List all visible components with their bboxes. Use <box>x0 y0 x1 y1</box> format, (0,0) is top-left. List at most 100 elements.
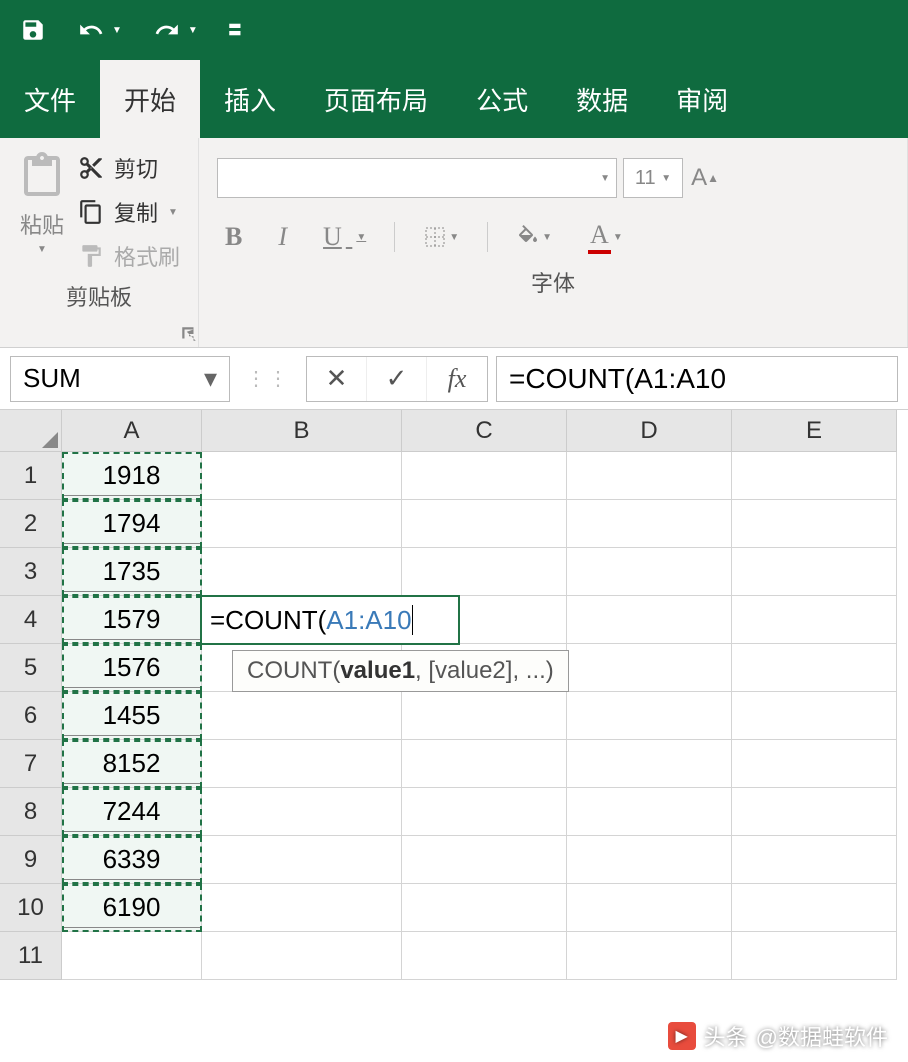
tab-formulas[interactable]: 公式 <box>452 60 552 138</box>
column-header-b[interactable]: B <box>202 410 402 452</box>
cell[interactable]: 8152 <box>62 740 202 788</box>
cell[interactable] <box>202 788 402 836</box>
border-button[interactable]: ▼ <box>415 221 467 253</box>
cell[interactable] <box>732 932 897 980</box>
cell[interactable] <box>402 452 567 500</box>
cell[interactable] <box>567 836 732 884</box>
cancel-formula-button[interactable]: ✕ <box>307 357 367 401</box>
cell[interactable] <box>732 548 897 596</box>
fill-color-button[interactable]: ▼ <box>508 221 560 253</box>
cell[interactable]: 1794 <box>62 500 202 548</box>
cell[interactable]: 1576 <box>62 644 202 692</box>
redo-dropdown-icon[interactable]: ▼ <box>188 25 198 36</box>
cell[interactable] <box>732 740 897 788</box>
cell[interactable]: 1455 <box>62 692 202 740</box>
cell[interactable] <box>402 740 567 788</box>
increase-font-button[interactable]: A▲ <box>689 158 721 198</box>
cell[interactable] <box>202 884 402 932</box>
select-all-corner[interactable] <box>0 410 62 452</box>
cell[interactable]: 7244 <box>62 788 202 836</box>
cell[interactable]: 6339 <box>62 836 202 884</box>
row-header[interactable]: 10 <box>0 884 62 932</box>
cell[interactable] <box>732 836 897 884</box>
cell[interactable] <box>732 884 897 932</box>
tab-data[interactable]: 数据 <box>552 60 652 138</box>
cell[interactable] <box>402 836 567 884</box>
cell[interactable] <box>202 932 402 980</box>
copy-button[interactable]: 复制 ▼ <box>78 196 180 228</box>
font-name-selector[interactable]: ▼ <box>217 158 617 198</box>
cell[interactable] <box>567 500 732 548</box>
cell[interactable] <box>567 740 732 788</box>
column-header-e[interactable]: E <box>732 410 897 452</box>
row-header[interactable]: 3 <box>0 548 62 596</box>
cell[interactable] <box>202 740 402 788</box>
cell[interactable] <box>62 932 202 980</box>
name-box[interactable]: SUM ▾ <box>10 356 230 402</box>
row-header[interactable]: 4 <box>0 596 62 644</box>
row-header[interactable]: 7 <box>0 740 62 788</box>
cell[interactable] <box>732 644 897 692</box>
cell[interactable] <box>732 500 897 548</box>
redo-button[interactable]: ▼ <box>152 17 198 43</box>
cell[interactable]: 1918 <box>62 452 202 500</box>
cell[interactable] <box>202 836 402 884</box>
underline-button[interactable]: U ▼ <box>315 218 374 256</box>
insert-function-button[interactable]: fx <box>427 357 487 401</box>
cut-button[interactable]: 剪切 <box>78 152 180 184</box>
cell[interactable] <box>567 884 732 932</box>
paste-dropdown-icon[interactable]: ▼ <box>37 244 47 255</box>
cell[interactable] <box>567 788 732 836</box>
cell[interactable] <box>732 692 897 740</box>
cell[interactable] <box>732 788 897 836</box>
cell[interactable] <box>202 548 402 596</box>
cell[interactable]: 6190 <box>62 884 202 932</box>
cell[interactable] <box>732 452 897 500</box>
tab-review[interactable]: 审阅 <box>652 60 752 138</box>
cell[interactable] <box>567 692 732 740</box>
column-header-c[interactable]: C <box>402 410 567 452</box>
cell[interactable] <box>402 932 567 980</box>
row-header[interactable]: 5 <box>0 644 62 692</box>
cell[interactable]: 1735 <box>62 548 202 596</box>
italic-button[interactable]: I <box>270 218 295 256</box>
font-color-button[interactable]: A ▼ <box>580 216 631 258</box>
formula-bar-drag-handle[interactable]: ⋮⋮ <box>238 366 298 391</box>
column-header-a[interactable]: A <box>62 410 202 452</box>
cell[interactable] <box>567 932 732 980</box>
paste-button[interactable]: 粘贴 ▼ <box>18 148 66 272</box>
cell[interactable]: 1579 <box>62 596 202 644</box>
format-painter-button[interactable]: 格式刷 <box>78 240 180 272</box>
name-box-dropdown-icon[interactable]: ▾ <box>204 363 217 394</box>
copy-dropdown-icon[interactable]: ▼ <box>168 207 178 218</box>
clipboard-dialog-launcher-icon[interactable] <box>180 325 198 343</box>
cell[interactable] <box>202 500 402 548</box>
enter-formula-button[interactable]: ✓ <box>367 357 427 401</box>
active-editing-cell[interactable]: =COUNT(A1:A10 <box>200 595 460 645</box>
row-header[interactable]: 1 <box>0 452 62 500</box>
row-header[interactable]: 2 <box>0 500 62 548</box>
cell[interactable] <box>402 692 567 740</box>
cell[interactable] <box>732 596 897 644</box>
cell[interactable] <box>567 644 732 692</box>
cell[interactable] <box>402 788 567 836</box>
row-header[interactable]: 6 <box>0 692 62 740</box>
row-header[interactable]: 11 <box>0 932 62 980</box>
row-header[interactable]: 8 <box>0 788 62 836</box>
cell[interactable] <box>567 548 732 596</box>
formula-input[interactable]: =COUNT(A1:A10 <box>496 356 898 402</box>
tab-insert[interactable]: 插入 <box>200 60 300 138</box>
column-header-d[interactable]: D <box>567 410 732 452</box>
tab-home[interactable]: 开始 <box>100 60 200 138</box>
row-header[interactable]: 9 <box>0 836 62 884</box>
customize-qat-button[interactable]: 〓 <box>228 20 242 40</box>
save-button[interactable] <box>20 17 46 43</box>
cell[interactable] <box>567 596 732 644</box>
cell[interactable] <box>402 548 567 596</box>
cell[interactable] <box>567 452 732 500</box>
undo-dropdown-icon[interactable]: ▼ <box>112 25 122 36</box>
cell[interactable] <box>202 452 402 500</box>
cell[interactable] <box>202 692 402 740</box>
bold-button[interactable]: B <box>217 218 250 256</box>
font-size-selector[interactable]: 11 ▼ <box>623 158 683 198</box>
